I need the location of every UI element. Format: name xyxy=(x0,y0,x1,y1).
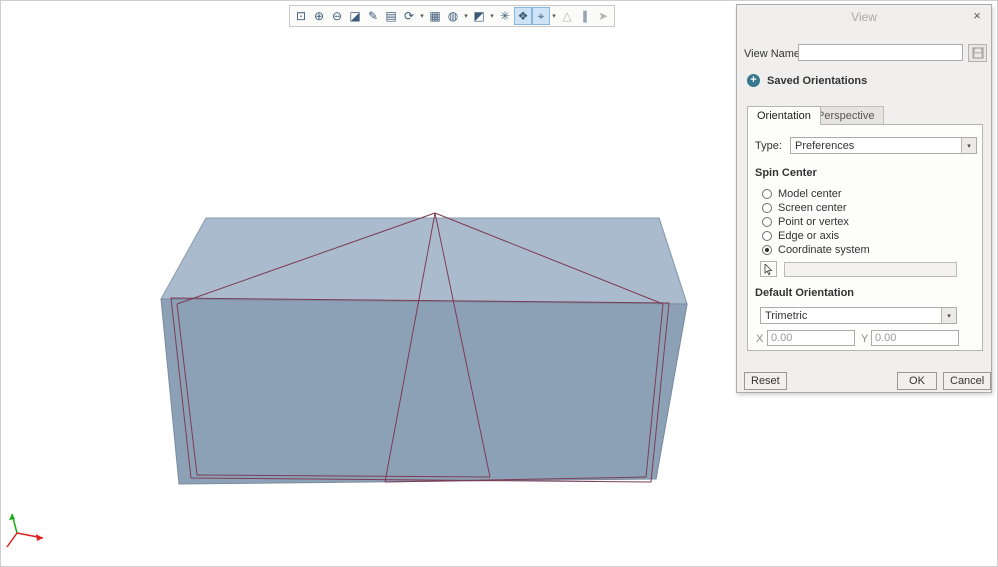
view-name-label: View Name: xyxy=(744,48,803,60)
type-combobox[interactable]: Preferences ▾ xyxy=(790,137,977,154)
default-orientation-combobox[interactable]: Trimetric ▾ xyxy=(760,307,957,324)
application-window: ⊡ ⊕ ⊖ ◪ ✎ ▤ ⟳ ▾ ▦ ◍ ▾ ◩ ▾ ✳ ❖ ⌖ ▾ △ ∥ ➤ … xyxy=(0,0,998,567)
radio-point-or-vertex[interactable]: Point or vertex xyxy=(762,215,849,228)
view-manager-caret[interactable]: ▾ xyxy=(462,7,470,25)
ok-button[interactable]: OK xyxy=(897,372,937,390)
radio-edge-or-axis[interactable]: Edge or axis xyxy=(762,229,839,242)
saved-orientations-button[interactable]: ⟳ xyxy=(400,7,418,25)
refit-button[interactable]: ⊡ xyxy=(292,7,310,25)
zoom-in-icon: ⊕ xyxy=(314,7,324,25)
annotation-display-button[interactable]: ✳ xyxy=(496,7,514,25)
pause-icon: ∥ xyxy=(582,7,588,25)
section-button[interactable]: ◩ xyxy=(470,7,488,25)
radio-icon xyxy=(762,203,772,213)
radio-coordinate-system[interactable]: Coordinate system xyxy=(762,243,870,256)
radio-label: Coordinate system xyxy=(778,244,870,256)
sparkle-icon: ✳ xyxy=(500,7,510,25)
radio-label: Point or vertex xyxy=(778,216,849,228)
csys-reference-input[interactable] xyxy=(784,262,957,277)
colored-grid-icon: ❖ xyxy=(518,7,529,25)
arrow-right-icon: ➤ xyxy=(598,7,608,25)
chevron-down-icon[interactable]: ▾ xyxy=(961,138,976,153)
radio-icon xyxy=(762,189,772,199)
csys-display-button[interactable]: ⌖ xyxy=(532,7,550,25)
csys-display-caret[interactable]: ▾ xyxy=(550,7,558,25)
graphics-toolbar: ⊡ ⊕ ⊖ ◪ ✎ ▤ ⟳ ▾ ▦ ◍ ▾ ◩ ▾ ✳ ❖ ⌖ ▾ △ ∥ ➤ xyxy=(289,5,615,27)
globe-icon: ◍ xyxy=(448,7,458,25)
view-name-input[interactable] xyxy=(798,44,963,61)
page-icon: ▤ xyxy=(385,7,396,25)
radio-label: Screen center xyxy=(778,202,846,214)
zoom-out-icon: ⊖ xyxy=(332,7,342,25)
save-icon xyxy=(972,47,984,59)
y-label: Y xyxy=(861,333,868,345)
radio-icon xyxy=(762,231,772,241)
expand-icon[interactable]: + xyxy=(747,74,760,87)
sketch-view-button[interactable]: ✎ xyxy=(364,7,382,25)
spin-center-label: Spin Center xyxy=(755,167,817,179)
cancel-button[interactable]: Cancel xyxy=(943,372,991,390)
axes-target-icon: ⌖ xyxy=(538,7,545,25)
view-dialog: View × View Name: + Saved Orientations O… xyxy=(736,4,992,393)
x-label: X xyxy=(756,333,763,345)
view-manager-button[interactable]: ◍ xyxy=(444,7,462,25)
type-label: Type: xyxy=(755,140,782,152)
display-style-button[interactable]: ▤ xyxy=(382,7,400,25)
y-input[interactable] xyxy=(871,330,959,346)
repaint-button[interactable]: ◪ xyxy=(346,7,364,25)
reset-button[interactable]: Reset xyxy=(744,372,787,390)
play-button[interactable]: ➤ xyxy=(594,7,612,25)
default-orientation-label: Default Orientation xyxy=(755,287,854,299)
zoom-out-button[interactable]: ⊖ xyxy=(328,7,346,25)
capture-image-button[interactable]: ▦ xyxy=(426,7,444,25)
save-view-button[interactable] xyxy=(968,44,987,62)
x-input[interactable] xyxy=(767,330,855,346)
orientation-tab-panel: Type: Preferences ▾ Spin Center Model ce… xyxy=(747,124,983,351)
pencil-icon: ✎ xyxy=(368,7,378,25)
tab-orientation[interactable]: Orientation xyxy=(747,106,821,125)
section-caret[interactable]: ▾ xyxy=(488,7,496,25)
radio-screen-center[interactable]: Screen center xyxy=(762,201,846,214)
chevron-down-icon[interactable]: ▾ xyxy=(941,308,956,323)
model-front-face[interactable] xyxy=(161,299,687,484)
radio-icon xyxy=(762,245,772,255)
dialog-title: View xyxy=(737,10,991,24)
close-icon[interactable]: × xyxy=(970,9,984,23)
radio-model-center[interactable]: Model center xyxy=(762,187,842,200)
shaded-square-icon: ◪ xyxy=(349,7,360,25)
cursor-arrow-icon xyxy=(764,264,773,275)
saved-orientations-label: Saved Orientations xyxy=(767,75,867,87)
magnifier-box-icon: ⊡ xyxy=(296,7,306,25)
dialog-titlebar[interactable]: View × xyxy=(737,5,991,29)
saved-orientations-caret[interactable]: ▾ xyxy=(418,7,426,25)
grid-page-icon: ▦ xyxy=(429,7,440,25)
spin-center-toggle-button[interactable]: △ xyxy=(558,7,576,25)
model-top-face[interactable] xyxy=(161,218,687,304)
orientation-value: Trimetric xyxy=(761,310,941,322)
half-square-icon: ◩ xyxy=(473,7,484,25)
radio-label: Edge or axis xyxy=(778,230,839,242)
radio-label: Model center xyxy=(778,188,842,200)
triangle-icon: △ xyxy=(562,7,571,25)
pause-button[interactable]: ∥ xyxy=(576,7,594,25)
rotate-icon: ⟳ xyxy=(404,7,414,25)
radio-icon xyxy=(762,217,772,227)
type-value: Preferences xyxy=(791,140,961,152)
orientation-triad xyxy=(7,514,43,547)
select-csys-button[interactable] xyxy=(760,261,777,277)
zoom-in-button[interactable]: ⊕ xyxy=(310,7,328,25)
datum-display-button[interactable]: ❖ xyxy=(514,7,532,25)
